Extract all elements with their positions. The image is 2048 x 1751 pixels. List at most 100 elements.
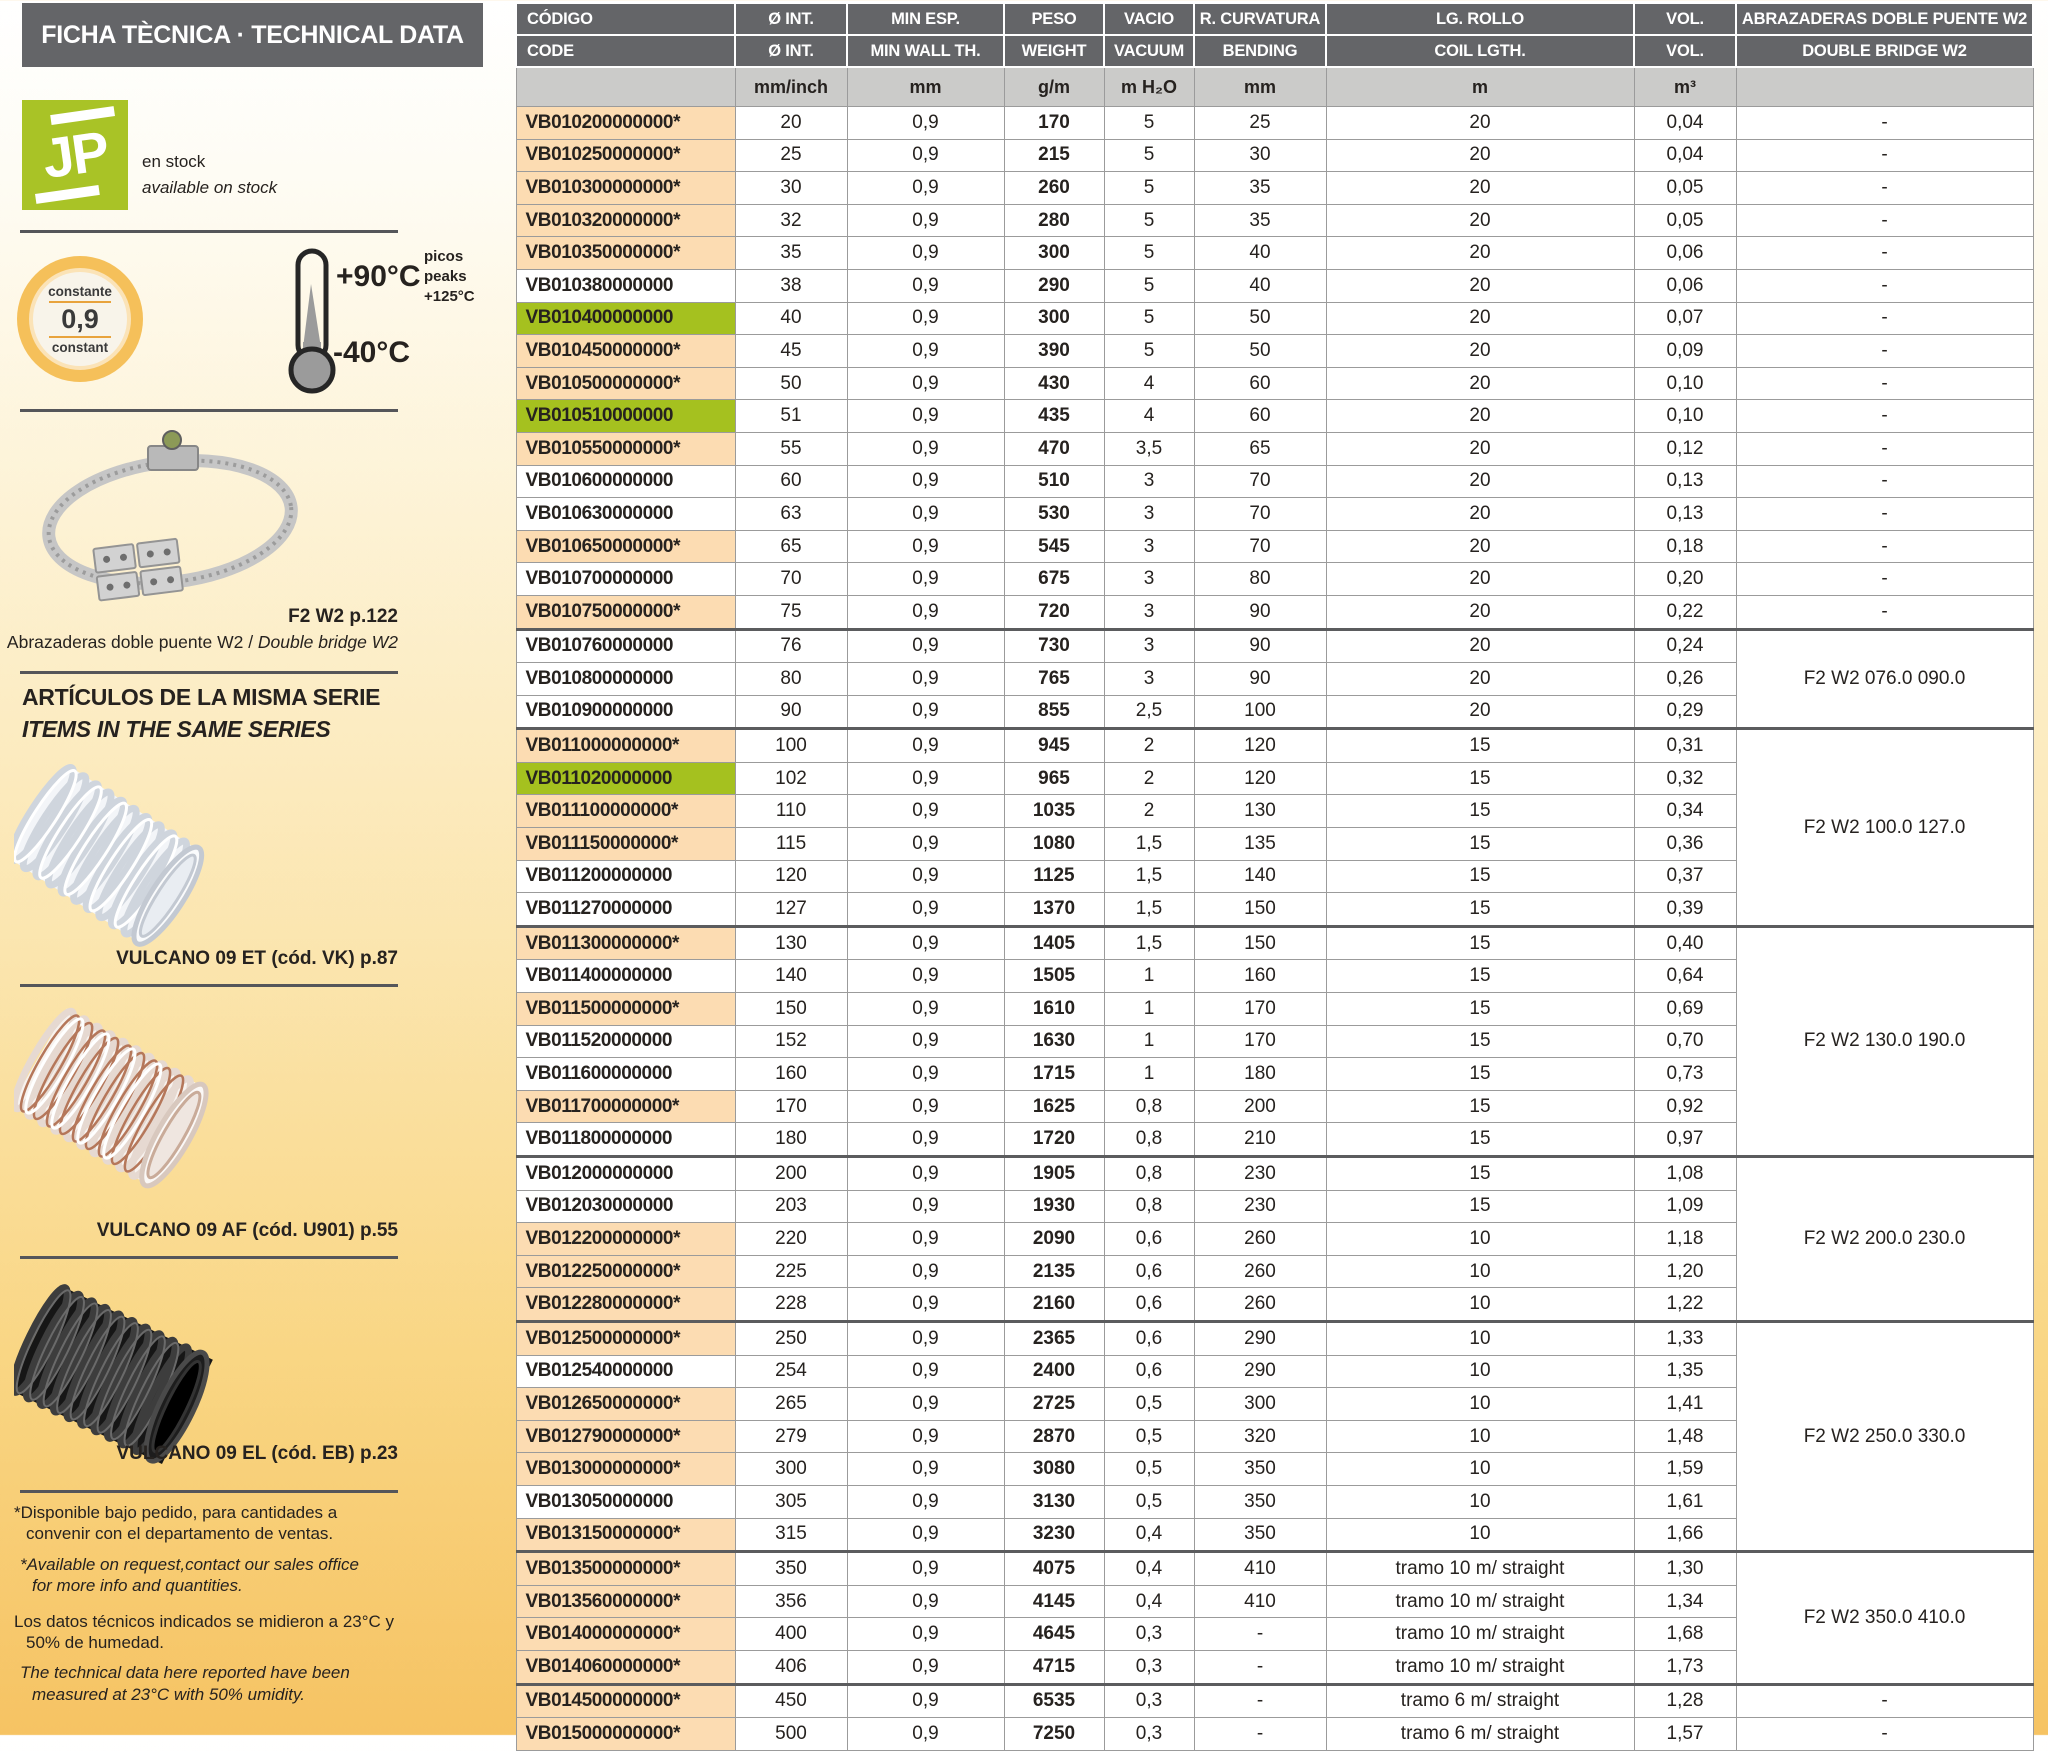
bending-radius-cell: 150	[1194, 926, 1326, 960]
weight-cell: 855	[1004, 695, 1104, 729]
code-cell: VB012500000000*	[516, 1321, 735, 1355]
bending-radius-cell: 140	[1194, 860, 1326, 893]
code-cell: VB012000000000	[516, 1157, 735, 1191]
table-row: VB012500000000*2500,923650,6290101,33F2 …	[516, 1321, 2033, 1355]
volume-cell: 1,09	[1634, 1190, 1736, 1223]
volume-cell: 1,61	[1634, 1485, 1736, 1518]
table-row: VB010380000000380,9290540200,06-	[516, 269, 2033, 302]
min-wall-cell: 0,9	[847, 1355, 1004, 1388]
inner-diameter-cell: 150	[735, 993, 847, 1026]
min-wall-cell: 0,9	[847, 432, 1004, 465]
bending-radius-cell: 230	[1194, 1190, 1326, 1223]
bending-radius-cell: -	[1194, 1618, 1326, 1651]
inner-diameter-cell: 500	[735, 1718, 847, 1751]
weight-cell: 2160	[1004, 1288, 1104, 1322]
coil-length-cell: 15	[1326, 762, 1634, 795]
vacuum-cell: 5	[1104, 302, 1194, 335]
code-cell: VB010320000000*	[516, 204, 735, 237]
coil-length-cell: 10	[1326, 1288, 1634, 1322]
hose-image-vulcano-et	[14, 762, 244, 967]
bending-radius-cell: 290	[1194, 1355, 1326, 1388]
bending-radius-cell: 25	[1194, 107, 1326, 140]
table-row: VB010510000000510,9435460200,10-	[516, 400, 2033, 433]
temp-peaks-value: +125°C	[424, 287, 475, 307]
bending-radius-cell: 50	[1194, 335, 1326, 368]
weight-cell: 1125	[1004, 860, 1104, 893]
weight-cell: 1930	[1004, 1190, 1104, 1223]
volume-cell: 0,20	[1634, 563, 1736, 596]
code-cell: VB011400000000	[516, 960, 735, 993]
code-cell: VB010600000000	[516, 465, 735, 498]
volume-cell: 0,10	[1634, 400, 1736, 433]
vacuum-cell: 3	[1104, 530, 1194, 563]
clamp-ref-cell: -	[1736, 204, 2033, 237]
code-cell: VB010760000000	[516, 629, 735, 663]
weight-cell: 2400	[1004, 1355, 1104, 1388]
weight-cell: 1905	[1004, 1157, 1104, 1191]
vacuum-cell: 5	[1104, 107, 1194, 140]
bending-radius-cell: 90	[1194, 663, 1326, 696]
weight-cell: 290	[1004, 269, 1104, 302]
vacuum-cell: 2	[1104, 795, 1194, 828]
coil-length-cell: 20	[1326, 172, 1634, 205]
volume-cell: 0,06	[1634, 237, 1736, 270]
clamp-ref-cell: -	[1736, 563, 2033, 596]
code-cell: VB010400000000	[516, 302, 735, 335]
coil-length-cell: tramo 10 m/ straight	[1326, 1650, 1634, 1684]
min-wall-cell: 0,9	[847, 762, 1004, 795]
code-cell: VB010510000000	[516, 400, 735, 433]
clamp-ref-cell: -	[1736, 237, 2033, 270]
volume-cell: 1,66	[1634, 1518, 1736, 1552]
volume-cell: 1,30	[1634, 1552, 1736, 1586]
min-wall-cell: 0,9	[847, 1157, 1004, 1191]
bending-radius-cell: 260	[1194, 1288, 1326, 1322]
vacuum-cell: 0,3	[1104, 1650, 1194, 1684]
coil-length-cell: 20	[1326, 563, 1634, 596]
footnote-availability-es: *Disponible bajo pedido, para cantidades…	[12, 1502, 404, 1545]
volume-cell: 1,35	[1634, 1355, 1736, 1388]
bending-radius-cell: 40	[1194, 237, 1326, 270]
min-wall-cell: 0,9	[847, 1025, 1004, 1058]
inner-diameter-cell: 32	[735, 204, 847, 237]
code-cell: VB013000000000*	[516, 1453, 735, 1486]
min-wall-cell: 0,9	[847, 1453, 1004, 1486]
col-header-min-wall: MIN WALL TH.	[847, 35, 1004, 67]
footnote-line: Los datos técnicos indicados se midieron…	[14, 1612, 394, 1631]
vacuum-cell: 1,5	[1104, 860, 1194, 893]
clamp-ref-cell: -	[1736, 400, 2033, 433]
bending-radius-cell: 120	[1194, 729, 1326, 763]
weight-cell: 1625	[1004, 1090, 1104, 1123]
col-header-vol: VOL.	[1634, 3, 1736, 35]
col-header-vacio: VACIO	[1104, 3, 1194, 35]
code-cell: VB011500000000*	[516, 993, 735, 1026]
volume-cell: 0,09	[1634, 335, 1736, 368]
inner-diameter-cell: 30	[735, 172, 847, 205]
bending-radius-cell: 90	[1194, 629, 1326, 663]
table-row: VB015000000000*5000,972500,3-tramo 6 m/ …	[516, 1718, 2033, 1751]
inner-diameter-cell: 160	[735, 1058, 847, 1091]
col-header-vacuum: VACUUM	[1104, 35, 1194, 67]
col-header-abrazaderas: ABRAZADERAS DOBLE PUENTE W2	[1736, 3, 2033, 35]
bending-radius-cell: 60	[1194, 367, 1326, 400]
inner-diameter-cell: 305	[735, 1485, 847, 1518]
min-wall-cell: 0,9	[847, 1585, 1004, 1618]
min-wall-cell: 0,9	[847, 926, 1004, 960]
volume-cell: 1,28	[1634, 1684, 1736, 1718]
footnote-measurement-es: Los datos técnicos indicados se midieron…	[12, 1611, 404, 1654]
col-header-vol-en: VOL.	[1634, 35, 1736, 67]
inner-diameter-cell: 51	[735, 400, 847, 433]
weight-cell: 4145	[1004, 1585, 1104, 1618]
code-cell: VB012250000000*	[516, 1255, 735, 1288]
bending-radius-cell: 350	[1194, 1453, 1326, 1486]
coil-length-cell: 20	[1326, 629, 1634, 663]
vacuum-cell: 3	[1104, 663, 1194, 696]
vacuum-cell: 3	[1104, 629, 1194, 663]
clamp-ref-cell: -	[1736, 302, 2033, 335]
weight-cell: 2870	[1004, 1420, 1104, 1453]
code-cell: VB011200000000	[516, 860, 735, 893]
code-cell: VB014500000000*	[516, 1684, 735, 1718]
min-wall-cell: 0,9	[847, 1255, 1004, 1288]
bending-radius-cell: 120	[1194, 762, 1326, 795]
table-row: VB010760000000760,9730390200,24F2 W2 076…	[516, 629, 2033, 663]
table-row: VB011300000000*1300,914051,5150150,40F2 …	[516, 926, 2033, 960]
